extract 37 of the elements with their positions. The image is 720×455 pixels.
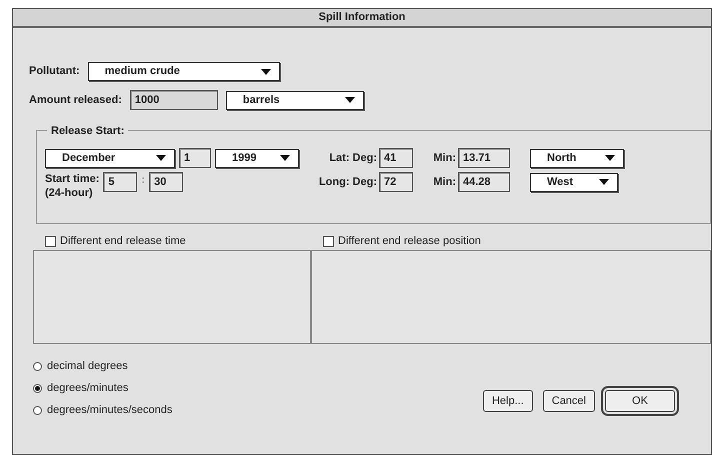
- time-separator: :: [141, 173, 146, 188]
- minutes-field[interactable]: 44.28: [458, 172, 510, 192]
- minute-field[interactable]: 30: [149, 172, 184, 192]
- end-option-checkbox[interactable]: Different end release position: [311, 232, 711, 250]
- start-time-note: (24-hour): [45, 186, 94, 200]
- hour-field[interactable]: 5: [103, 172, 138, 192]
- pollutant-dropdown[interactable]: medium crude: [88, 62, 280, 81]
- pollutant-label: Pollutant:: [29, 64, 80, 80]
- minutes-label: Min:: [432, 174, 457, 190]
- format-radio[interactable]: degrees/minutes: [33, 380, 172, 396]
- caret-icon: [605, 155, 615, 161]
- caret-icon: [280, 155, 290, 161]
- start-time-label: Start time:: [45, 172, 100, 186]
- degree-field[interactable]: 41: [379, 148, 413, 168]
- year-dropdown[interactable]: 1999: [215, 148, 299, 168]
- dialog-button[interactable]: Cancel: [542, 390, 595, 412]
- end-option-checkbox[interactable]: Different end release time: [33, 232, 311, 250]
- day-field[interactable]: 1: [179, 148, 211, 168]
- hemisphere-dropdown[interactable]: West: [530, 172, 618, 192]
- dialog-button[interactable]: Help...: [482, 390, 533, 412]
- amount-field[interactable]: 1000: [130, 90, 218, 110]
- coordinate-label: Lat: Deg:: [328, 150, 378, 166]
- caret-icon: [344, 97, 355, 103]
- amount-label: Amount released:: [29, 92, 122, 108]
- window-title: Spill Information: [318, 10, 406, 26]
- degree-field[interactable]: 72: [379, 172, 413, 192]
- coordinate-label: Long: Deg:: [318, 174, 378, 190]
- hemisphere-dropdown[interactable]: North: [530, 148, 624, 168]
- minutes-label: Min:: [432, 150, 457, 166]
- caret-icon: [260, 68, 271, 74]
- caret-icon: [599, 179, 609, 185]
- unit-dropdown[interactable]: barrels: [226, 90, 364, 110]
- minutes-field[interactable]: 13.71: [458, 148, 510, 168]
- format-radio[interactable]: decimal degrees: [33, 358, 172, 374]
- month-dropdown[interactable]: December: [45, 148, 175, 168]
- format-radio[interactable]: degrees/minutes/seconds: [33, 402, 172, 418]
- caret-icon: [156, 155, 166, 161]
